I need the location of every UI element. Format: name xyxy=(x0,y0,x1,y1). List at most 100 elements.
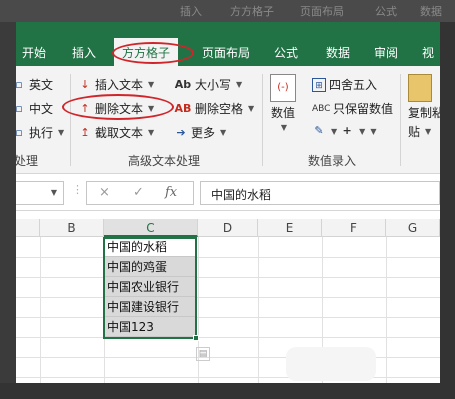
grid-line xyxy=(40,237,41,383)
window-frame xyxy=(440,22,455,399)
ribbon-separator xyxy=(262,74,263,166)
grid-line xyxy=(16,257,440,258)
grid-line xyxy=(16,297,440,298)
ribbon-separator xyxy=(400,74,401,166)
execute-icon: ▫ xyxy=(16,125,23,139)
bg-tab: 方方格子 xyxy=(230,5,274,18)
chevron-down-icon: ▼ xyxy=(331,126,338,136)
round-label: 四舍五入 xyxy=(329,78,378,92)
round-icon: ⊞ xyxy=(312,77,326,92)
value-button[interactable]: (-) 数值 ▼ xyxy=(270,74,296,132)
chevron-down-icon: ▼ xyxy=(359,126,366,136)
name-box[interactable]: ▼ xyxy=(16,181,64,205)
keep-value-icon: ABC xyxy=(312,103,331,114)
edit-icon: ✎ xyxy=(314,124,324,137)
grid-line xyxy=(386,237,387,383)
more-options-icon: ⋮ xyxy=(72,183,83,196)
number-format-tools[interactable]: ✎ ▼ + ▼ ▼ xyxy=(312,124,376,138)
extract-text-label: 截取文本 xyxy=(95,126,144,140)
tab-page-layout[interactable]: 页面布局 xyxy=(202,44,250,61)
case-button[interactable]: Ab 大小写 ▼ xyxy=(174,76,242,93)
blurred-watermark xyxy=(286,347,376,381)
ribbon-tab-bar: 开始 插入 方方格子 页面布局 公式 数据 审阅 视 xyxy=(16,22,440,66)
bg-tab: 公式 xyxy=(375,5,397,18)
keep-value-button[interactable]: ABC 只保留数值 xyxy=(312,100,393,117)
chevron-down-icon: ▼ xyxy=(148,128,155,137)
english-button[interactable]: ▫ 英文 xyxy=(16,76,53,93)
column-header-c[interactable]: C xyxy=(104,219,198,237)
fill-handle[interactable] xyxy=(193,335,199,341)
insert-text-label: 插入文本 xyxy=(95,78,144,92)
group-label-number-entry: 数值录入 xyxy=(308,154,357,168)
chinese-icon: ▫ xyxy=(16,101,23,115)
plus-icon: + xyxy=(342,124,352,137)
group-label-process: 处理 xyxy=(16,154,39,168)
tab-data[interactable]: 数据 xyxy=(326,44,350,61)
keep-value-label: 只保留数值 xyxy=(333,102,394,116)
chevron-down-icon: ▼ xyxy=(425,127,432,136)
chinese-button[interactable]: ▫ 中文 xyxy=(16,100,53,117)
insert-text-button[interactable]: ↓ 插入文本 ▼ xyxy=(78,76,154,93)
extract-text-button[interactable]: ↥ 截取文本 ▼ xyxy=(78,124,154,141)
column-header-f[interactable]: F xyxy=(322,219,386,237)
grid-line xyxy=(16,317,440,318)
paste-label: 贴 xyxy=(408,125,421,139)
case-label: 大小写 xyxy=(195,78,232,92)
ribbon-separator xyxy=(70,74,71,166)
copy-label: 复制粘 xyxy=(408,106,440,120)
english-label: 英文 xyxy=(29,78,54,92)
grid-line xyxy=(16,277,440,278)
execute-label: 执行 xyxy=(29,126,54,140)
column-header-g[interactable]: G xyxy=(386,219,440,237)
grid-line xyxy=(16,357,440,358)
window-frame xyxy=(0,383,455,399)
background-tab-strip: 插入 方方格子 页面布局 公式 数据 xyxy=(0,0,455,22)
tab-insert[interactable]: 插入 xyxy=(72,44,96,61)
grid-line xyxy=(258,237,259,383)
extract-text-icon: ↥ xyxy=(80,125,90,139)
tab-formulas[interactable]: 公式 xyxy=(274,44,298,61)
group-label-advanced-text: 高级文本处理 xyxy=(128,154,201,168)
copy-paste-button[interactable]: 复制粘 贴 ▼ xyxy=(408,74,440,140)
column-header-b[interactable]: B xyxy=(40,219,104,237)
formula-bar: ▼ ⋮ × ✓ fx 中国的水稻 xyxy=(16,175,440,211)
ribbon: ▫ 英文 ▫ 中文 ▫ 执行 ▼ 处理 ↓ 插入文本 ▼ ↑ 删除文本 ▼ ↥ … xyxy=(16,66,440,174)
grid-line xyxy=(16,377,440,378)
column-header-e[interactable]: E xyxy=(258,219,322,237)
chevron-down-icon: ▼ xyxy=(148,80,155,89)
tab-view[interactable]: 视 xyxy=(422,44,434,61)
arrow-right-icon: ➔ xyxy=(176,125,186,139)
chevron-down-icon: ▼ xyxy=(58,128,65,137)
insert-text-icon: ↓ xyxy=(80,77,90,91)
bg-tab: 插入 xyxy=(180,5,202,18)
more-label: 更多 xyxy=(191,126,216,140)
delete-spaces-label: 删除空格 xyxy=(195,102,244,116)
english-icon: ▫ xyxy=(16,77,23,91)
formula-input[interactable]: 中国的水稻 xyxy=(200,181,440,205)
chevron-down-icon: ▼ xyxy=(248,104,255,113)
corner-cell[interactable] xyxy=(16,219,40,237)
enter-icon[interactable]: ✓ xyxy=(133,185,144,200)
excel-window: 开始 插入 方方格子 页面布局 公式 数据 审阅 视 ▫ 英文 ▫ 中文 ▫ 执… xyxy=(16,22,440,383)
worksheet-grid[interactable]: 中国的水稻 中国的鸡蛋 中国农业银行 中国建设银行 中国123 ▤ xyxy=(16,237,440,383)
delete-spaces-icon: AB xyxy=(174,101,192,115)
more-button[interactable]: ➔ 更多 ▼ xyxy=(174,124,226,141)
chevron-down-icon: ▼ xyxy=(220,128,227,137)
round-button[interactable]: ⊞ 四舍五入 xyxy=(312,76,377,93)
tab-home[interactable]: 开始 xyxy=(22,44,46,61)
bg-tab: 数据 xyxy=(420,5,442,18)
column-headers: B C D E F G xyxy=(16,219,440,237)
cancel-icon[interactable]: × xyxy=(99,185,110,200)
quick-analysis-icon[interactable]: ▤ xyxy=(196,347,210,361)
tab-annotation-circle xyxy=(112,42,194,64)
bg-tab: 页面布局 xyxy=(300,5,344,18)
delete-spaces-button[interactable]: AB 删除空格 ▼ xyxy=(174,100,255,117)
column-header-d[interactable]: D xyxy=(198,219,258,237)
chevron-down-icon: ▼ xyxy=(370,126,377,136)
grid-line xyxy=(198,237,199,383)
execute-button[interactable]: ▫ 执行 ▼ xyxy=(16,124,64,141)
tab-review[interactable]: 审阅 xyxy=(374,44,398,61)
chevron-down-icon: ▼ xyxy=(50,188,57,197)
fx-icon[interactable]: fx xyxy=(165,185,177,200)
selection-border xyxy=(103,237,197,339)
